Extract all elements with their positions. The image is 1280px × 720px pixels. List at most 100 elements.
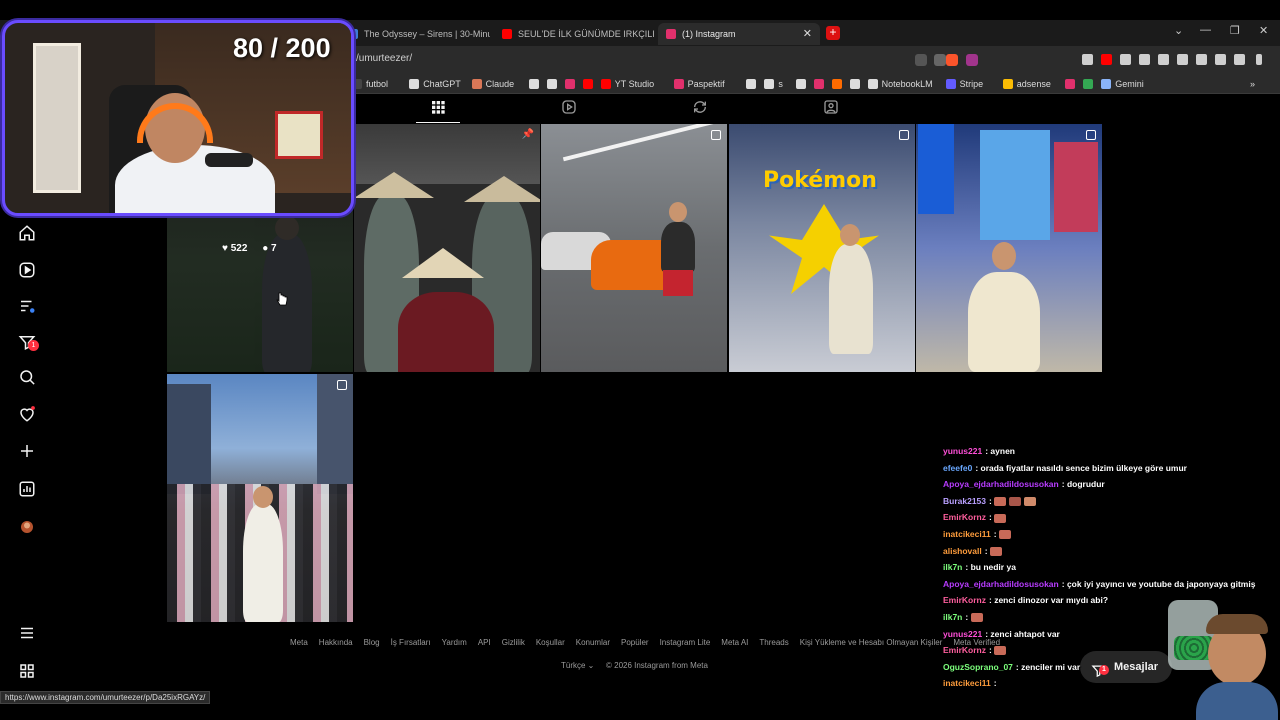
tab-youtube-video[interactable]: SEUL'DE İLK GÜNÜMDE IRKÇILIĞA U [494,23,654,45]
tagged-icon[interactable] [823,99,841,117]
extension-icon[interactable] [1082,54,1093,65]
close-tab-icon[interactable]: ✕ [803,23,812,45]
brave-rewards-icon[interactable] [966,54,978,66]
chat-username[interactable]: EmirKornz [943,512,986,522]
heart-icon[interactable] [18,405,36,423]
grid-icon[interactable] [430,99,448,117]
post-shibuya-crossing[interactable] [167,374,353,622]
minimize-icon[interactable]: — [1200,24,1211,36]
post-osaka-dotonbori[interactable] [916,124,1102,372]
footer-link[interactable]: Meta AI [721,638,748,647]
footer-link[interactable]: API [478,638,491,647]
bookmark-yt-studio[interactable]: YT Studio [600,77,654,91]
share-icon[interactable] [934,54,946,66]
url-field[interactable]: /umurteezer/ [356,53,412,64]
chat-username[interactable]: Apoya_ejdarhadildosusokan [943,479,1059,489]
bookmark-gemini[interactable]: Gemini [1101,77,1144,91]
post-statues[interactable]: 📌 [354,124,540,372]
tab-search-icon[interactable]: ⌄ [1174,24,1183,37]
menu-icon[interactable] [1256,54,1262,65]
bookmark-icon[interactable] [795,79,806,89]
bookmark-claude[interactable]: Claude [471,77,514,91]
youtube-extension-icon[interactable] [1101,54,1112,65]
bookmark-icon[interactable] [813,79,824,89]
chat-username[interactable]: EmirKornz [943,645,986,655]
wallet-icon[interactable] [1196,54,1207,65]
footer-link[interactable]: Popüler [621,638,649,647]
reposts-icon[interactable] [692,99,710,117]
sidebar-icon[interactable] [1177,54,1188,65]
chat-username[interactable]: OguzSoprano_07 [943,662,1013,672]
bookmark-icon[interactable] [831,79,842,89]
bookmark-futbol[interactable]: futbol [352,77,388,91]
reels-tab-icon[interactable] [561,99,579,117]
bookmark-icon[interactable] [1065,79,1076,89]
more-apps-icon[interactable] [18,662,36,680]
vpn-icon[interactable] [1234,54,1245,65]
chat-username[interactable]: inatcikeci11 [943,678,991,688]
footer-link[interactable]: Yardım [442,638,467,647]
bookmark-icon[interactable] [528,79,539,89]
bookmark-icon[interactable] [1083,79,1094,89]
footer-link[interactable]: Instagram Lite [660,638,711,647]
tab-odyssey[interactable]: The Odyssey – Sirens | 30-Minute Ext [340,23,490,45]
chat-username[interactable]: inatcikeci11 [943,529,991,539]
profile-avatar[interactable] [18,518,36,536]
bookmarks-overflow-icon[interactable]: » [1250,77,1255,91]
create-icon[interactable] [18,442,36,460]
brave-shields-icon[interactable] [946,54,958,66]
home-icon[interactable] [18,224,36,242]
chat-username[interactable]: ilk7n [943,562,962,572]
bookmark-notebooklm[interactable]: NotebookLM [867,77,933,91]
bookmark-stripe[interactable]: Stripe [945,77,983,91]
chat-username[interactable]: ilk7n [943,612,962,622]
search-icon[interactable] [18,368,36,386]
new-tab-button[interactable]: + [826,26,840,40]
chat-username[interactable]: EmirKornz [943,595,986,605]
bookmark-paspektif[interactable]: Paspektif [673,77,725,91]
footer-link[interactable]: Hakkında [319,638,353,647]
bookmark-adsense[interactable]: adsense [1002,77,1051,91]
footer-link[interactable]: Threads [759,638,788,647]
footer-link[interactable]: Meta [290,638,308,647]
person-head [669,202,687,222]
tab-instagram[interactable]: (1) Instagram ✕ [658,23,820,45]
reels-icon[interactable] [18,261,36,279]
chat-username[interactable]: Burak2153 [943,496,986,506]
bookmark-icon[interactable] [849,79,860,89]
install-app-icon[interactable] [915,54,927,66]
bookmark-chatgpt[interactable]: ChatGPT [409,77,461,91]
post-pokemon-center[interactable]: Pokémon [729,124,915,372]
language-selector[interactable]: Türkçe ⌄ [561,661,594,670]
bookmark-s[interactable]: s [764,77,783,91]
chat-username[interactable]: yunus221 [943,629,982,639]
dashboard-icon[interactable] [18,480,36,498]
chat-username[interactable]: efeefe0 [943,463,972,473]
explore-filter-icon[interactable] [18,297,36,315]
chat-text: çok iyi yayıncı ve youtube da japonyaya … [1066,578,1256,589]
extension-icon[interactable] [1139,54,1150,65]
bookmark-icon[interactable] [582,79,593,89]
footer-link[interactable]: İş Fırsatları [391,638,431,647]
footer-link[interactable]: Gizlilik [502,638,525,647]
chat-text: zenci dinozor var mıydı abi? [994,595,1109,606]
footer-link[interactable]: Kişi Yükleme ve Hesabı Olmayan Kişiler [800,638,943,647]
bookmark-icon[interactable] [546,79,557,89]
chat-message: Burak2153: [943,496,1039,507]
puzzle-icon[interactable] [1158,54,1169,65]
post-garage-car[interactable] [541,124,727,372]
chat-username[interactable]: Apoya_ejdarhadildosusokan [943,579,1059,589]
restore-icon[interactable]: ❐ [1230,24,1240,37]
bookmark-icon[interactable] [746,79,757,89]
leo-icon[interactable] [1215,54,1226,65]
bookmark-icon[interactable] [564,79,575,89]
chat-username[interactable]: alishovall [943,546,982,556]
bookmark-favicon-icon [673,79,684,89]
footer-link[interactable]: Koşullar [536,638,565,647]
footer-link[interactable]: Blog [364,638,380,647]
close-window-icon[interactable]: ✕ [1259,24,1268,37]
menu-icon[interactable] [18,624,36,642]
chat-username[interactable]: yunus221 [943,446,982,456]
extension-icon[interactable] [1120,54,1131,65]
footer-link[interactable]: Konumlar [576,638,610,647]
